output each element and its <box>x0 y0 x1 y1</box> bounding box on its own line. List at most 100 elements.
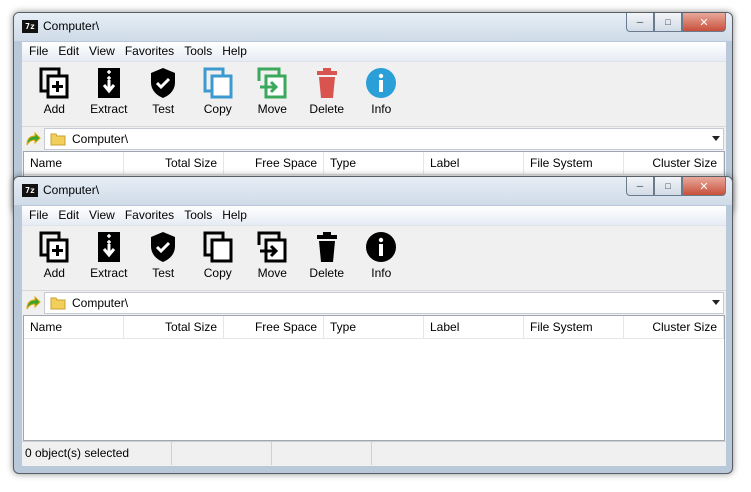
menu-edit[interactable]: Edit <box>53 42 84 61</box>
address-field[interactable]: Computer\ <box>44 128 724 150</box>
menu-edit[interactable]: Edit <box>53 206 84 225</box>
window-controls: ─ □ ✕ <box>626 13 726 32</box>
maximize-button[interactable]: □ <box>654 13 682 32</box>
test-label: Test <box>152 266 175 280</box>
window-front[interactable]: 7z Computer\ ─ □ ✕ File Edit View Favori… <box>13 176 733 474</box>
column-total-size[interactable]: Total Size <box>124 316 224 338</box>
move-button[interactable]: Move <box>245 62 300 124</box>
info-button[interactable]: Info <box>354 62 409 124</box>
close-button[interactable]: ✕ <box>682 13 726 32</box>
test-label: Test <box>152 102 175 116</box>
menu-view[interactable]: View <box>84 42 120 61</box>
address-text: Computer\ <box>72 296 129 310</box>
column-type[interactable]: Type <box>324 152 424 174</box>
window-title: Computer\ <box>43 183 100 197</box>
add-button[interactable]: Add <box>27 62 82 124</box>
status-cell-2 <box>172 442 272 465</box>
close-button[interactable]: ✕ <box>682 177 726 196</box>
copy-icon <box>200 65 236 101</box>
column-headers: Name Total Size Free Space Type Label Fi… <box>24 316 724 339</box>
menu-favorites[interactable]: Favorites <box>120 42 179 61</box>
address-bar: Computer\ <box>22 291 726 315</box>
app-7z-icon: 7z <box>22 20 38 33</box>
menu-tools[interactable]: Tools <box>179 42 217 61</box>
up-folder-button[interactable] <box>22 128 44 150</box>
maximize-icon: □ <box>665 17 671 27</box>
menu-view[interactable]: View <box>84 206 120 225</box>
move-button[interactable]: Move <box>245 226 300 288</box>
copy-button[interactable]: Copy <box>191 226 246 288</box>
menu-file[interactable]: File <box>24 206 53 225</box>
menu-bar: File Edit View Favorites Tools Help <box>22 42 726 62</box>
info-button[interactable]: Info <box>354 226 409 288</box>
extract-button[interactable]: Extract <box>82 226 137 288</box>
column-label[interactable]: Label <box>424 152 524 174</box>
minimize-icon: ─ <box>636 17 644 27</box>
delete-label: Delete <box>309 102 345 116</box>
close-icon: ✕ <box>699 180 709 193</box>
copy-label: Copy <box>203 266 232 280</box>
title-bar[interactable]: 7z Computer\ ─ □ ✕ <box>14 13 732 41</box>
move-label: Move <box>257 266 287 280</box>
close-icon: ✕ <box>699 16 709 29</box>
column-label[interactable]: Label <box>424 316 524 338</box>
extract-label: Extract <box>90 102 128 116</box>
minimize-icon: ─ <box>636 181 644 191</box>
status-cell-4 <box>372 442 726 465</box>
folder-icon <box>50 297 66 310</box>
column-file-system[interactable]: File System <box>524 152 624 174</box>
add-button[interactable]: Add <box>27 226 82 288</box>
address-dropdown-icon[interactable] <box>712 300 720 305</box>
address-dropdown-icon[interactable] <box>712 136 720 141</box>
menu-bar: File Edit View Favorites Tools Help <box>22 206 726 226</box>
delete-button[interactable]: Delete <box>300 62 355 124</box>
test-button[interactable]: Test <box>136 62 191 124</box>
menu-help[interactable]: Help <box>217 206 252 225</box>
minimize-button[interactable]: ─ <box>626 13 654 32</box>
status-bar: 0 object(s) selected <box>22 441 726 466</box>
up-folder-button[interactable] <box>22 292 44 314</box>
copy-button[interactable]: Copy <box>191 62 246 124</box>
menu-file[interactable]: File <box>24 42 53 61</box>
menu-favorites[interactable]: Favorites <box>120 206 179 225</box>
extract-button[interactable]: Extract <box>82 62 137 124</box>
column-headers: Name Total Size Free Space Type Label Fi… <box>24 152 724 175</box>
delete-button[interactable]: Delete <box>300 226 355 288</box>
toolbar: Add Extract Test Copy Move Delete Info <box>22 62 726 127</box>
address-field[interactable]: Computer\ <box>44 292 724 314</box>
delete-label: Delete <box>309 266 345 280</box>
address-bar: Computer\ <box>22 127 726 151</box>
file-list[interactable]: Name Total Size Free Space Type Label Fi… <box>23 315 725 441</box>
column-total-size[interactable]: Total Size <box>124 152 224 174</box>
column-free-space[interactable]: Free Space <box>224 316 324 338</box>
column-cluster-size[interactable]: Cluster Size <box>624 152 724 174</box>
column-name[interactable]: Name <box>24 316 124 338</box>
shield-check-icon <box>145 229 181 265</box>
folder-icon <box>50 133 66 146</box>
column-file-system[interactable]: File System <box>524 316 624 338</box>
status-cell-3 <box>272 442 372 465</box>
test-button[interactable]: Test <box>136 226 191 288</box>
maximize-button[interactable]: □ <box>654 177 682 196</box>
status-selection: 0 object(s) selected <box>22 442 172 465</box>
trash-icon <box>309 229 345 265</box>
minimize-button[interactable]: ─ <box>626 177 654 196</box>
menu-tools[interactable]: Tools <box>179 206 217 225</box>
address-text: Computer\ <box>72 132 129 146</box>
client-area: File Edit View Favorites Tools Help Add … <box>22 206 726 466</box>
column-type[interactable]: Type <box>324 316 424 338</box>
trash-icon <box>309 65 345 101</box>
maximize-icon: □ <box>665 181 671 191</box>
title-bar[interactable]: 7z Computer\ ─ □ ✕ <box>14 177 732 205</box>
toolbar: Add Extract Test Copy Move Delete Info <box>22 226 726 291</box>
move-label: Move <box>257 102 287 116</box>
extract-icon <box>91 229 127 265</box>
info-label: Info <box>371 102 392 116</box>
add-label: Add <box>43 266 65 280</box>
menu-help[interactable]: Help <box>217 42 252 61</box>
column-free-space[interactable]: Free Space <box>224 152 324 174</box>
column-cluster-size[interactable]: Cluster Size <box>624 316 724 338</box>
move-icon <box>254 65 290 101</box>
column-name[interactable]: Name <box>24 152 124 174</box>
app-7z-icon: 7z <box>22 184 38 197</box>
